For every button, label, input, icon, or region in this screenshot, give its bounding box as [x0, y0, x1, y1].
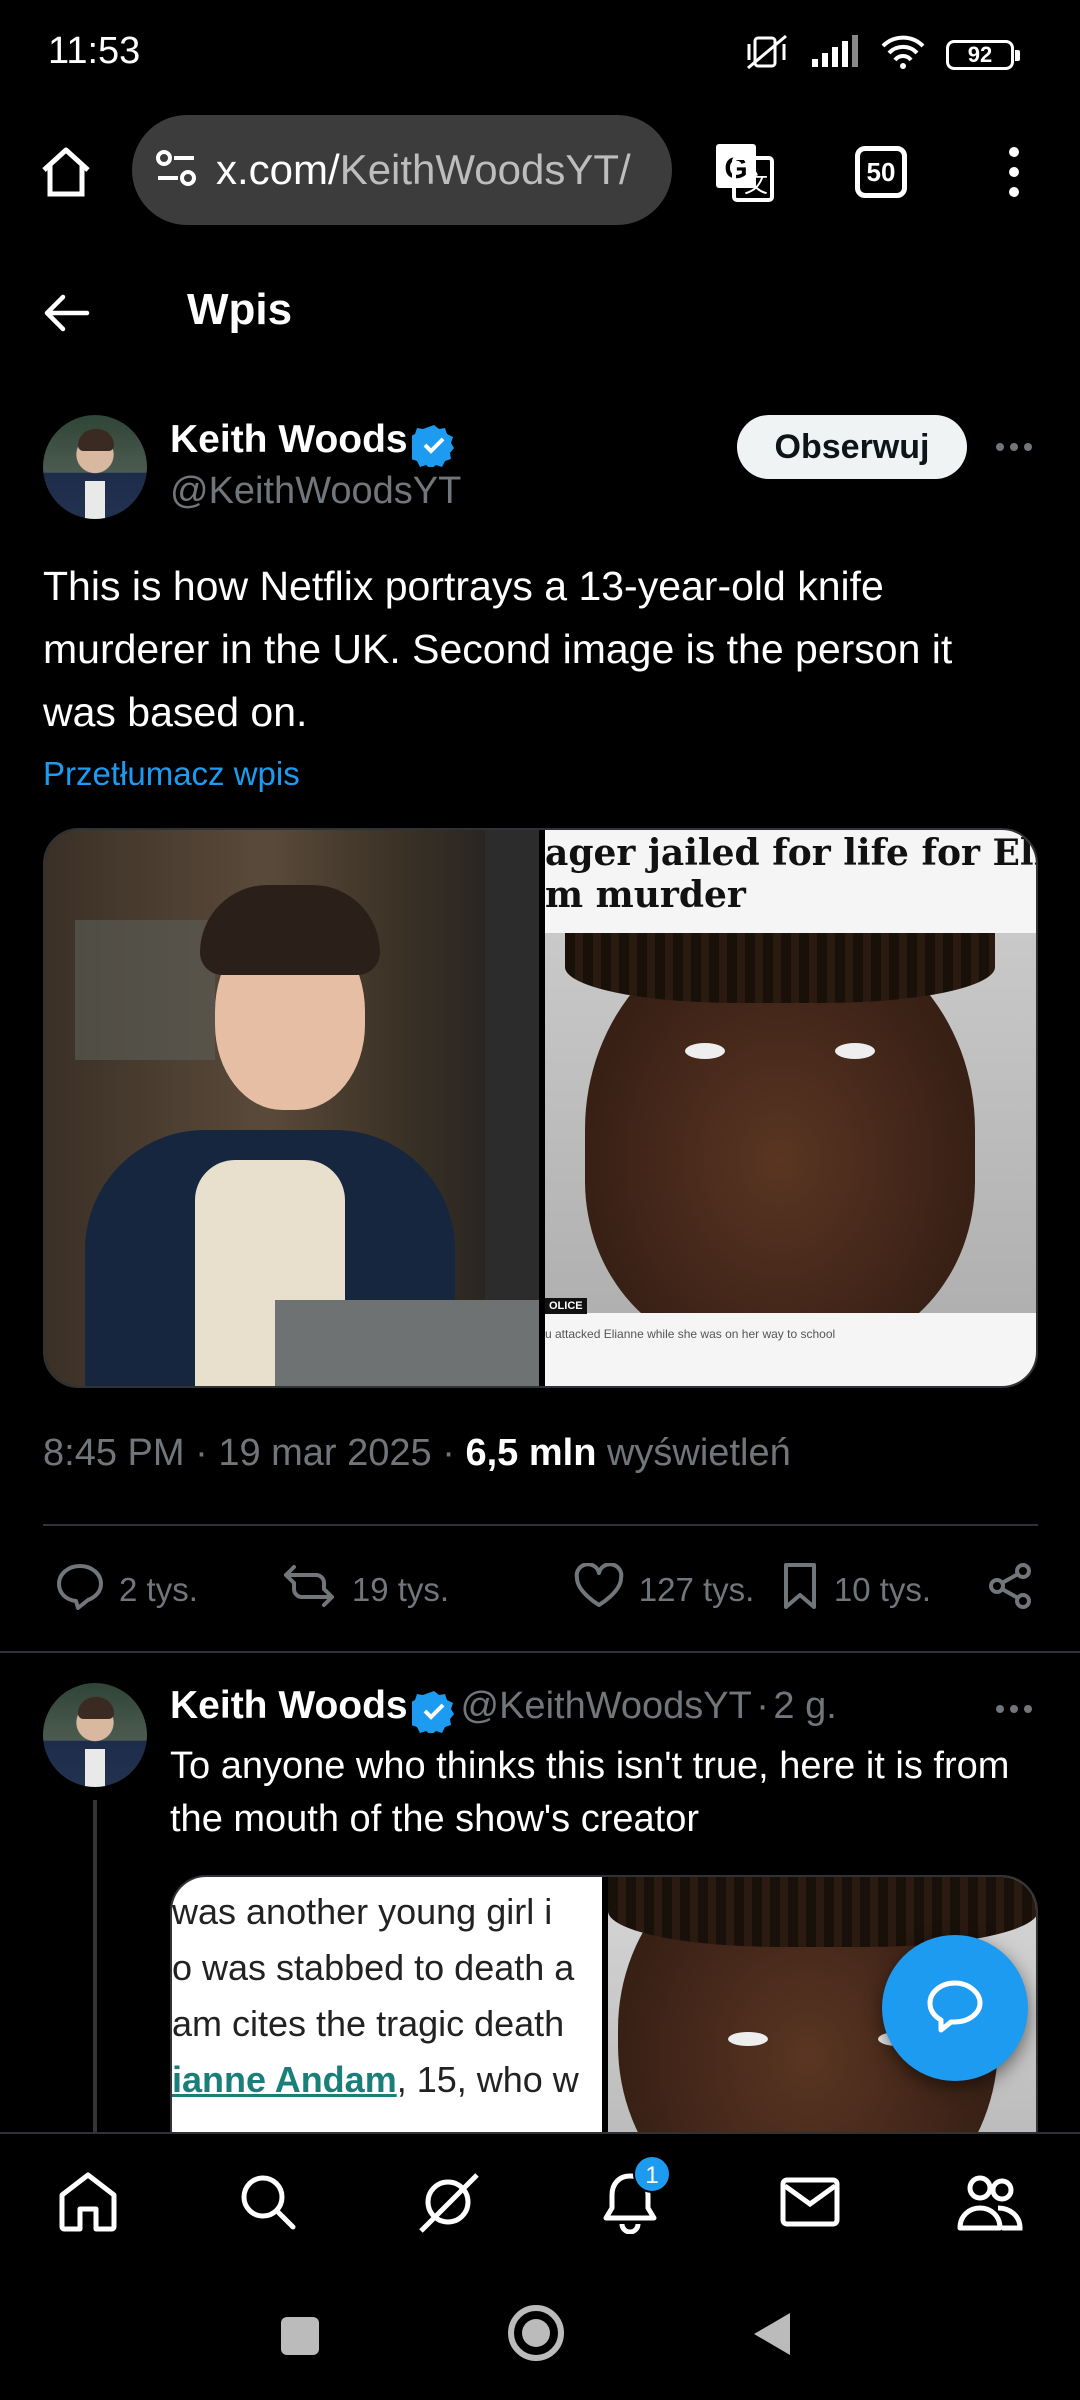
author-line: Keith Woods [170, 418, 456, 472]
url-text: x.com/KeithWoodsYT/ [216, 146, 631, 194]
reply-dot: · [756, 1685, 769, 1727]
signal-icon [810, 35, 860, 74]
tabs-button[interactable]: 50 [855, 146, 907, 198]
heart-icon [573, 1562, 625, 1617]
nav-grok[interactable] [413, 2169, 483, 2239]
mugshot-photo [545, 933, 1036, 1313]
bookmark-button[interactable]: 10 tys. [780, 1561, 987, 1619]
reply-age: 2 g. [773, 1685, 837, 1727]
search-icon [238, 2172, 298, 2237]
reply-count: 2 tys. [119, 1571, 198, 1608]
more-options-icon[interactable] [994, 440, 1034, 458]
system-navigation [0, 2267, 1080, 2400]
reply-icon [55, 1562, 105, 1618]
new-post-fab[interactable] [882, 1935, 1028, 2081]
nav-messages[interactable] [775, 2169, 845, 2239]
reply-author-handle[interactable]: @KeithWoodsYT [461, 1685, 752, 1727]
home-button[interactable] [508, 2305, 564, 2361]
reply-button[interactable]: 2 tys. [55, 1562, 280, 1618]
back-button[interactable] [752, 2311, 792, 2362]
bookmark-icon [780, 1561, 820, 1619]
site-settings-icon[interactable] [154, 148, 198, 193]
tweet-actions: 2 tys. 19 tys. 127 tys. 10 tys. [55, 1555, 1035, 1625]
tweet-time: 8:45 PM [43, 1432, 185, 1474]
url-host: x.com/ [216, 146, 340, 193]
view-count: 6,5 mln [465, 1432, 597, 1474]
netflix-still-image[interactable] [45, 830, 539, 1386]
home-icon[interactable] [38, 144, 94, 205]
reply-author-line: Keith Woods @KeithWoodsYT · 2 g. [170, 1684, 837, 1738]
avatar[interactable] [43, 415, 147, 519]
status-bar: 11:53 92 [0, 0, 1080, 110]
translate-post-link[interactable]: Przetłumacz wpis [43, 755, 300, 793]
article-line-4-rest: , 15, who w [396, 2059, 579, 2100]
thread-line [93, 1800, 97, 2140]
nav-home[interactable] [53, 2169, 123, 2239]
reply-more-options-icon[interactable] [994, 1702, 1034, 1720]
home-icon [56, 2171, 120, 2238]
news-article-image[interactable]: ager jailed for life for Elian m murder … [545, 830, 1036, 1386]
back-arrow-icon[interactable] [43, 293, 91, 338]
nav-search[interactable] [233, 2169, 303, 2239]
grok-icon [415, 2169, 481, 2240]
communities-icon [956, 2172, 1024, 2237]
browser-toolbar: x.com/KeithWoodsYT/ G文 50 [0, 110, 1080, 230]
url-path: KeithWoodsYT/ [339, 146, 631, 193]
author-handle[interactable]: @KeithWoodsYT [170, 470, 461, 513]
svg-text:文: 文 [744, 171, 768, 198]
police-tag: OLICE [545, 1298, 587, 1314]
reply-avatar[interactable] [43, 1683, 147, 1787]
post-header: Wpis [0, 255, 1080, 375]
article-line-1: was another young girl i [172, 1891, 553, 1932]
tweet-text: This is how Netflix portrays a 13-year-o… [43, 563, 953, 735]
article-line-4: ianne Andam, 15, who w [172, 2059, 579, 2101]
reply-text: To anyone who thinks this isn't true, he… [170, 1745, 1010, 1840]
bookmark-count: 10 tys. [833, 1571, 932, 1608]
repost-count: 19 tys. [351, 1571, 450, 1608]
page-title: Wpis [187, 285, 293, 334]
address-bar[interactable]: x.com/KeithWoodsYT/ [132, 115, 672, 225]
divider [0, 1651, 1080, 1653]
mute-vibrate-icon [744, 32, 790, 77]
article-line-2: o was stabbed to death a [172, 1947, 575, 1988]
nav-communities[interactable] [955, 2169, 1025, 2239]
tweet-media[interactable]: ager jailed for life for Elian m murder … [43, 828, 1038, 1388]
wifi-icon [880, 34, 926, 75]
article-caption: u attacked Elianne while she was on her … [545, 1327, 836, 1341]
article-screenshot[interactable]: was another young girl i o was stabbed t… [172, 1877, 602, 2135]
more-vert-icon[interactable] [1000, 146, 1028, 203]
messages-icon [779, 2176, 841, 2233]
share-icon [987, 1561, 1035, 1619]
compose-bubble-icon [924, 1977, 986, 2040]
status-clock: 11:53 [48, 30, 141, 72]
follow-button[interactable]: Obserwuj [737, 415, 967, 479]
author-name[interactable]: Keith Woods [170, 418, 408, 461]
status-icons: 92 [744, 32, 1020, 77]
tweet-date: 19 mar 2025 [218, 1432, 432, 1474]
reply-author-name[interactable]: Keith Woods [170, 1684, 408, 1727]
article-line-3: am cites the tragic death [172, 2003, 565, 2044]
battery-icon: 92 [946, 39, 1020, 70]
recents-button[interactable] [281, 2317, 319, 2355]
view-label: wyświetleń [606, 1432, 791, 1474]
article-headline-line-1: ager jailed for life for Elian [545, 832, 1036, 874]
verified-badge-icon [408, 423, 456, 472]
divider [43, 1524, 1038, 1526]
article-headline: ager jailed for life for Elian m murder [545, 830, 1036, 916]
bottom-navigation [0, 2132, 1080, 2267]
tweet-meta: 8:45 PM · 19 mar 2025 · 6,5 mln wyświetl… [43, 1432, 791, 1474]
verified-badge-icon [408, 1689, 456, 1738]
share-button[interactable] [987, 1561, 1035, 1619]
repost-button[interactable]: 19 tys. [280, 1563, 573, 1617]
home-button-dot [522, 2319, 550, 2347]
article-link: ianne Andam [172, 2059, 397, 2100]
translate-icon[interactable]: G文 [712, 140, 776, 209]
article-headline-line-2: m murder [545, 874, 746, 916]
repost-icon [280, 1563, 338, 1617]
notification-badge: 1 [633, 2155, 671, 2193]
like-button[interactable]: 127 tys. [573, 1562, 780, 1617]
like-count: 127 tys. [638, 1571, 755, 1608]
